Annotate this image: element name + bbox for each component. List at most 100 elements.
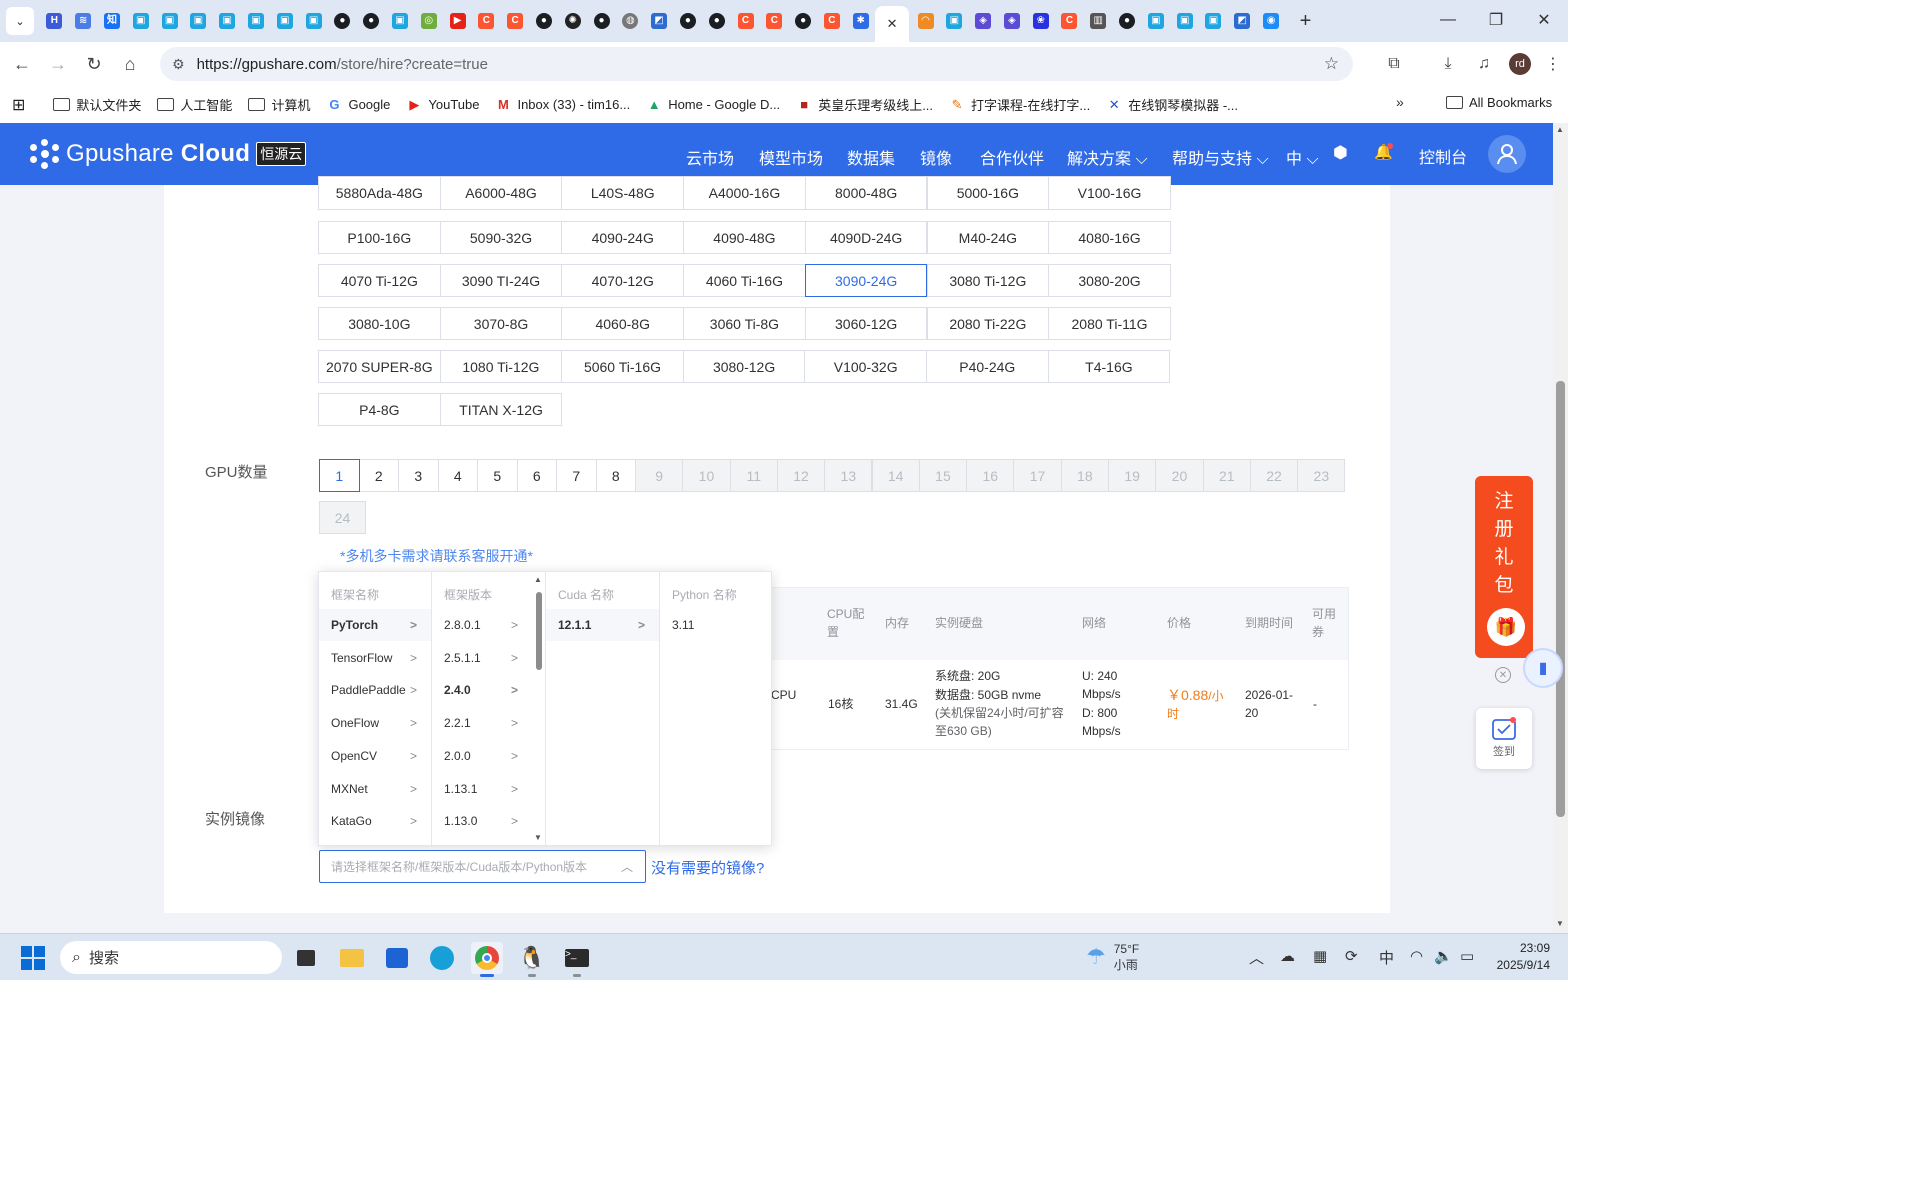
gpu-option[interactable]: V100-16G [1048, 176, 1171, 210]
show-hidden-icons[interactable]: ︿ [1249, 947, 1264, 968]
cuda-column-title: Cuda 名称 [558, 588, 615, 602]
gpu-count-option[interactable]: 7 [556, 459, 597, 492]
version-option[interactable]: 2.0.0 > [432, 740, 532, 772]
gpu-option[interactable]: 3060 Ti-8G [683, 307, 806, 340]
version-option[interactable]: 2.2.1 > [432, 707, 532, 739]
gpu-option[interactable]: 3090-24G [804, 264, 928, 297]
gpu-option[interactable]: 4070 Ti-12G [318, 264, 441, 297]
th-coupon: 可用券 [1312, 607, 1337, 639]
gpu-option[interactable]: 3080-10G [318, 307, 441, 340]
python-option[interactable]: 3.11 [660, 609, 772, 641]
gpu-option[interactable]: 5000-16G [926, 176, 1050, 210]
taskbar-search[interactable]: ⌕ 搜索 [60, 941, 282, 974]
framework-option[interactable]: TensorFlow > [319, 642, 431, 674]
gpu-option[interactable]: 2080 Ti-11G [1048, 307, 1171, 340]
page-scroll-thumb[interactable] [1556, 381, 1565, 817]
weather-widget[interactable]: ☂ 75°F 小雨 [1086, 941, 1139, 973]
scroll-down-arrow[interactable]: ▼ [1556, 919, 1564, 928]
gpu-option[interactable]: P100-16G [318, 221, 441, 254]
gpu-option[interactable]: TITAN X-12G [439, 393, 563, 426]
framework-option[interactable]: MXNet > [319, 773, 431, 805]
gpu-count-option[interactable]: 8 [595, 459, 636, 492]
gpu-option[interactable]: 4080-16G [1048, 221, 1171, 254]
framework-option[interactable]: PyTorch > [319, 609, 431, 641]
gpu-count-option[interactable]: 4 [437, 459, 478, 492]
gpu-option[interactable]: 4060-8G [561, 307, 685, 340]
scroll-down-icon[interactable]: ▼ [534, 833, 542, 842]
chevron-right-icon: > [510, 683, 518, 698]
gpu-option[interactable]: T4-16G [1047, 350, 1171, 383]
terminal-icon[interactable]: >_ [561, 942, 593, 977]
register-gift-banner[interactable]: 注册礼包 🎁 [1475, 476, 1533, 658]
checkin-button[interactable]: 签到 [1476, 708, 1532, 769]
tray-app-icon[interactable]: ▦ [1313, 947, 1327, 965]
gpu-option[interactable]: A6000-48G [439, 176, 563, 210]
gpu-option[interactable]: 4070-12G [561, 264, 685, 297]
gpu-count-option[interactable]: 1 [319, 459, 360, 492]
gpu-option[interactable]: M40-24G [926, 221, 1050, 254]
gpu-option[interactable]: 5060 Ti-16G [561, 350, 684, 383]
gpu-option[interactable]: 3090 TI-24G [439, 264, 563, 297]
framework-option[interactable]: KataGo > [319, 805, 431, 837]
framework-option[interactable]: OpenCV > [319, 740, 431, 772]
system-clock[interactable]: 23:09 2025/9/14 [1486, 940, 1550, 974]
gpu-option[interactable]: 8000-48G [804, 176, 928, 210]
page-scrollbar[interactable]: ▲ ▼ [1553, 123, 1568, 933]
gpu-option[interactable]: 4060 Ti-16G [683, 264, 806, 297]
version-option[interactable]: 2.8.0.1 > [432, 609, 532, 641]
wifi-icon[interactable]: ◠ [1410, 947, 1423, 965]
onedrive-icon[interactable]: ☁ [1280, 947, 1295, 965]
gpu-option[interactable]: 2070 SUPER-8G [318, 350, 441, 383]
gpu-option[interactable]: 2080 Ti-22G [926, 307, 1050, 340]
gpu-count-option[interactable]: 3 [398, 459, 439, 492]
gpu-option[interactable]: 3080-20G [1048, 264, 1171, 297]
edge-icon[interactable] [426, 942, 458, 974]
gpu-option[interactable]: A4000-16G [683, 176, 806, 210]
gpu-option[interactable]: 3080 Ti-12G [926, 264, 1050, 297]
gpu-option[interactable]: P4-8G [318, 393, 441, 426]
gpu-count-option[interactable]: 6 [516, 459, 557, 492]
scroll-up-arrow[interactable]: ▲ [1556, 125, 1564, 134]
file-explorer-icon[interactable] [336, 942, 368, 974]
gpu-option[interactable]: 5880Ada-48G [318, 176, 441, 210]
gpu-option[interactable]: 4090-48G [683, 221, 806, 254]
framework-option[interactable]: OneFlow > [319, 707, 431, 739]
scroll-thumb[interactable] [536, 592, 542, 670]
assistant-float-button[interactable]: ▮ [1523, 648, 1563, 688]
start-button[interactable] [17, 942, 49, 974]
gpu-option[interactable]: 4090D-24G [804, 221, 928, 254]
version-scrollbar[interactable]: ▲ ▼ [534, 572, 544, 847]
missing-image-link[interactable]: 没有需要的镜像? [651, 857, 764, 878]
battery-icon[interactable]: ▭ [1460, 947, 1474, 965]
gpu-option[interactable]: 3060-12G [804, 307, 928, 340]
gpu-option[interactable]: 4090-24G [561, 221, 685, 254]
gift-close-icon[interactable]: ✕ [1495, 667, 1511, 683]
cuda-option[interactable]: 12.1.1 > [546, 609, 659, 641]
task-view-icon[interactable] [290, 942, 322, 974]
search-icon: ⌕ [72, 948, 81, 966]
qq-icon[interactable]: 🐧 [516, 942, 548, 977]
version-option[interactable]: 2.4.0 > [432, 674, 532, 706]
chrome-icon[interactable] [471, 942, 503, 977]
gpu-option[interactable]: L40S-48G [561, 176, 685, 210]
framework-option[interactable]: PaddlePaddle > [319, 674, 431, 706]
version-option[interactable]: 1.13.1 > [432, 773, 532, 805]
version-option[interactable]: 2.5.1.1 > [432, 642, 532, 674]
gpu-option[interactable]: 3070-8G [439, 307, 563, 340]
scroll-up-icon[interactable]: ▲ [534, 575, 542, 584]
image-select-input[interactable]: 请选择框架名称/框架版本/Cuda版本/Python版本 ︿ [319, 850, 646, 883]
gpu-count-label: GPU数量 [205, 464, 268, 481]
cell-price: ￥0.88/小时 [1167, 687, 1224, 721]
gpu-count-option[interactable]: 5 [477, 459, 518, 492]
volume-icon[interactable]: 🔈 [1434, 947, 1453, 965]
gpu-option[interactable]: P40-24G [926, 350, 1049, 383]
store-icon[interactable] [381, 942, 413, 974]
gpu-option[interactable]: 3080-12G [682, 350, 806, 383]
version-option[interactable]: 1.13.0 > [432, 805, 532, 837]
gpu-option[interactable]: V100-32G [804, 350, 927, 383]
gpu-option[interactable]: 5090-32G [439, 221, 563, 254]
ime-indicator[interactable]: 中 [1379, 947, 1394, 968]
sync-icon[interactable]: ⟳ [1345, 947, 1358, 965]
gpu-option[interactable]: 1080 Ti-12G [439, 350, 563, 383]
gpu-count-option[interactable]: 2 [358, 459, 399, 492]
